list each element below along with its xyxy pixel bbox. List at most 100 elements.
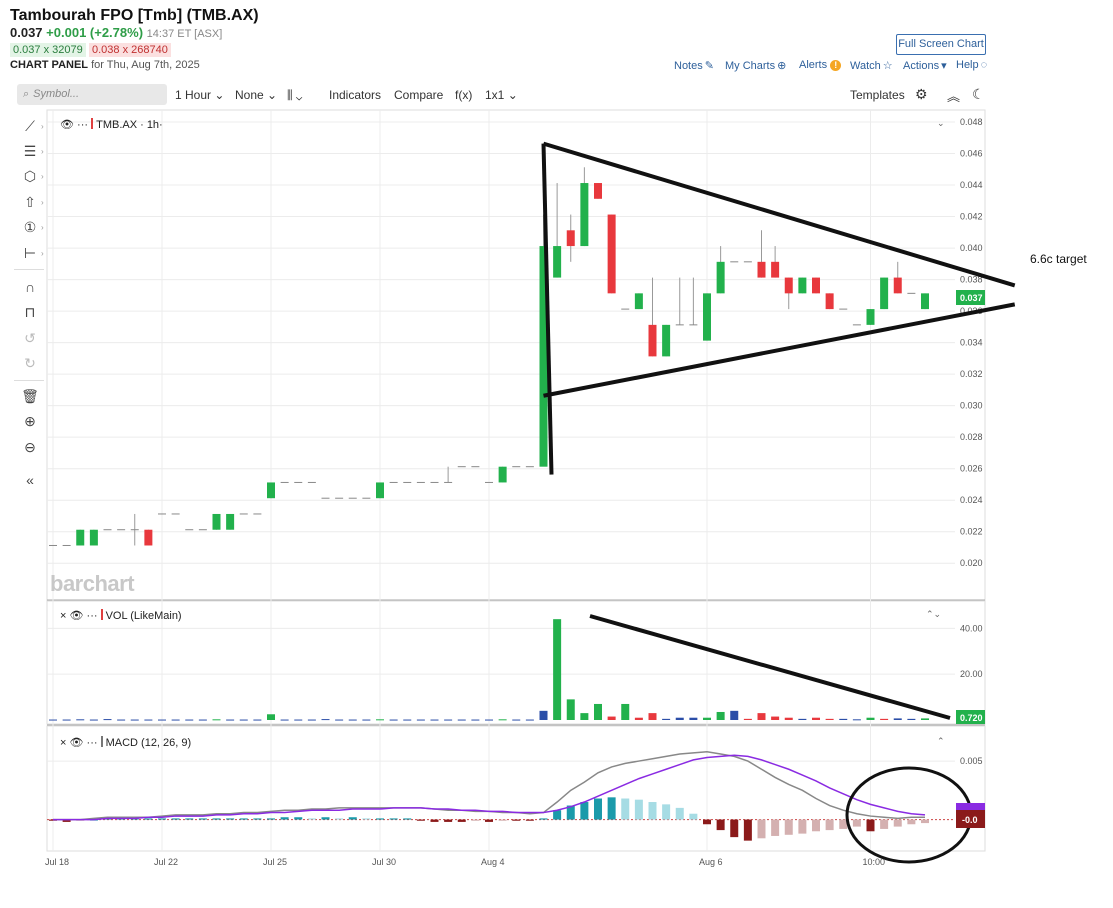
price-pane-frame — [46, 109, 986, 601]
macd-histogram-bar — [825, 819, 834, 831]
volume-bar — [907, 718, 916, 720]
volume-axis: 40.00 20.00 — [960, 623, 983, 679]
time-tick-label: Aug 6 — [699, 857, 723, 867]
price-tick-label: 0.028 — [960, 432, 983, 442]
volume-bar — [607, 716, 616, 720]
candle-body — [498, 466, 507, 483]
volume-bar — [648, 713, 657, 720]
macd-histogram-bar — [675, 807, 684, 820]
macd-histogram-bar — [198, 818, 207, 820]
time-tick-label: Aug 4 — [481, 857, 505, 867]
volume-bar — [294, 719, 303, 721]
candle-body — [825, 293, 834, 310]
volume-bar — [362, 719, 371, 721]
volume-bar — [921, 718, 929, 720]
price-tick-label: 0.024 — [960, 495, 983, 505]
price-series-name: TMB.AX · 1h· — [96, 119, 163, 131]
price-tick-label: 0.048 — [960, 117, 983, 127]
volume-tick-label: 40.00 — [960, 623, 983, 633]
macd-histogram-bar — [307, 818, 316, 820]
volume-bar — [403, 719, 412, 721]
volume-bar — [553, 619, 562, 720]
macd-histogram-bar — [648, 802, 657, 820]
macd-histogram-bar — [321, 817, 330, 820]
volume-bar — [594, 703, 602, 720]
volume-bar — [784, 717, 793, 720]
volume-bar — [89, 719, 98, 721]
volume-bar — [512, 719, 521, 721]
volume-bar — [662, 718, 671, 720]
price-tick-label: 0.042 — [960, 212, 983, 222]
volume-bar — [117, 719, 126, 721]
macd-histogram-bar — [798, 819, 807, 834]
volume-pane-frame — [46, 600, 986, 725]
close-icon[interactable]: × — [60, 610, 66, 622]
candle-body — [866, 309, 875, 325]
candle-body — [784, 277, 793, 294]
price-tick-label: 0.044 — [960, 180, 983, 190]
volume-bar — [144, 719, 153, 721]
volume-bar — [158, 719, 166, 721]
series-color-marker — [91, 118, 94, 129]
candle-body — [757, 261, 766, 278]
volume-trendline[interactable] — [589, 614, 951, 720]
volume-bar — [825, 718, 834, 720]
eye-icon[interactable]: 👁 — [70, 610, 84, 622]
volume-bar — [430, 719, 439, 721]
pane-move-arrows-icon[interactable]: ⌃⌄ — [926, 609, 941, 620]
macd-tick-label: 0.005 — [960, 756, 983, 766]
volume-bar — [812, 717, 820, 720]
macd-histogram-bar — [348, 817, 357, 820]
volume-bar — [212, 719, 221, 721]
volume-bar — [49, 719, 57, 721]
volume-bar — [307, 719, 316, 721]
volume-pane-label[interactable]: × 👁 ··· VOL (LikeMain) — [60, 609, 182, 622]
eye-icon[interactable]: 👁 — [60, 119, 74, 131]
macd-histogram-bar — [403, 818, 412, 820]
macd-histogram-bar — [376, 818, 384, 820]
macd-histogram-bar — [457, 819, 466, 822]
volume-bar — [253, 719, 262, 721]
macd-pane-label[interactable]: × 👁 ··· MACD (12, 26, 9) — [60, 736, 191, 749]
price-tick-label: 0.022 — [960, 527, 983, 537]
candle-body — [553, 246, 562, 278]
volume-bar — [321, 719, 330, 721]
macd-histogram-bar — [253, 818, 262, 820]
macd-histogram-bar — [416, 819, 425, 821]
eye-icon[interactable]: 👁 — [70, 737, 84, 749]
chevron-down-icon[interactable]: ⌄ — [937, 118, 945, 129]
volume-bar — [485, 719, 493, 721]
candle-body — [662, 324, 671, 357]
macd-histogram-bar — [294, 817, 303, 820]
more-icon[interactable]: ··· — [77, 119, 88, 131]
macd-histogram-bar — [498, 819, 507, 821]
volume-bar — [580, 713, 589, 720]
time-tick-label: Jul 18 — [45, 857, 69, 867]
volume-bar — [743, 718, 752, 720]
price-pane-label[interactable]: 👁 ··· TMB.AX · 1h· — [60, 118, 163, 131]
volume-badge: 0.720 — [960, 713, 983, 723]
macd-histogram-bar — [553, 810, 562, 820]
price-badge: 0.037 — [960, 293, 983, 303]
macd-histogram-bar — [634, 799, 643, 820]
macd-histogram-bar — [771, 819, 780, 836]
close-icon[interactable]: × — [60, 737, 66, 749]
candle-body — [580, 183, 589, 247]
chevron-up-icon[interactable]: ⌃ — [937, 736, 945, 747]
macd-histogram-bar — [226, 818, 235, 820]
price-tick-label: 0.026 — [960, 464, 983, 474]
macd-histogram-bar — [880, 819, 889, 829]
volume-tick-label: 20.00 — [960, 669, 983, 679]
volume-bar — [389, 719, 398, 721]
candle-body — [89, 529, 98, 546]
candle-body — [703, 293, 711, 341]
macd-histogram-bar — [662, 804, 671, 820]
more-icon[interactable]: ··· — [87, 737, 98, 749]
macd-histogram-bar — [485, 819, 493, 822]
macd-histogram-bar — [580, 802, 589, 820]
candle-body — [267, 482, 275, 499]
more-icon[interactable]: ··· — [87, 610, 98, 622]
macd-histogram-bar — [730, 819, 739, 838]
macd-axis: 0.005 — [960, 756, 983, 766]
chart-canvas[interactable]: 0.0480.0460.0440.0420.0400.0380.0360.034… — [0, 0, 1113, 908]
